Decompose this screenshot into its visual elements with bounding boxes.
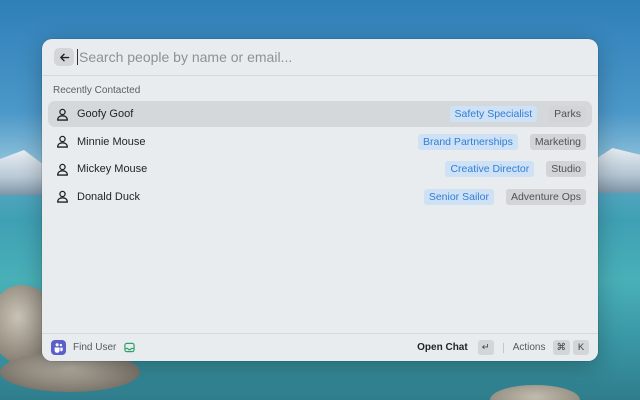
people-list: Goofy Goof Safety Specialist Parks Minni… <box>42 101 598 210</box>
person-icon <box>56 163 69 176</box>
department-tag: Studio <box>546 161 586 177</box>
return-key-hint: ↵ <box>477 340 494 355</box>
section-title: Recently Contacted <box>53 85 141 96</box>
role-tag: Senior Sailor <box>423 188 494 205</box>
back-button[interactable] <box>54 48 74 66</box>
arrow-left-icon <box>59 53 69 61</box>
search-bar <box>42 39 598 76</box>
command-key-hint: ⌘ <box>552 340 570 355</box>
role-tag: Creative Director <box>445 161 535 177</box>
command-label: Find User <box>73 342 117 353</box>
find-user-panel: Recently Contacted Goofy Goof Safety Spe… <box>42 39 598 361</box>
open-chat-action[interactable]: Open Chat <box>417 342 468 353</box>
department-tag: Adventure Ops <box>505 188 586 205</box>
inbox-tray-icon <box>124 342 136 353</box>
k-key-hint: K <box>573 340 589 355</box>
person-name: Mickey Mouse <box>77 163 148 175</box>
action-bar: Find User Open Chat ↵ Actions ⌘ K <box>42 333 598 361</box>
person-icon <box>56 108 69 121</box>
wallpaper-rock <box>490 385 580 400</box>
department-tag: Parks <box>549 106 586 122</box>
role-tag: Safety Specialist <box>449 106 538 122</box>
actions-button[interactable]: Actions <box>513 342 546 353</box>
role-tag: Brand Partnerships <box>418 133 518 150</box>
person-name: Donald Duck <box>77 190 140 203</box>
search-input[interactable] <box>79 49 586 65</box>
department-tag: Marketing <box>529 133 586 150</box>
divider <box>502 342 504 353</box>
text-cursor <box>77 49 78 65</box>
teams-icon <box>51 340 66 355</box>
person-name: Goofy Goof <box>77 108 134 120</box>
person-icon <box>56 190 69 203</box>
list-item[interactable]: Mickey Mouse Creative Director Studio <box>48 156 592 182</box>
list-item[interactable]: Minnie Mouse Brand Partnerships Marketin… <box>48 129 592 155</box>
list-item[interactable]: Donald Duck Senior Sailor Adventure Ops <box>48 184 592 210</box>
person-icon <box>56 135 69 148</box>
person-name: Minnie Mouse <box>77 135 146 148</box>
list-item[interactable]: Goofy Goof Safety Specialist Parks <box>48 101 592 127</box>
